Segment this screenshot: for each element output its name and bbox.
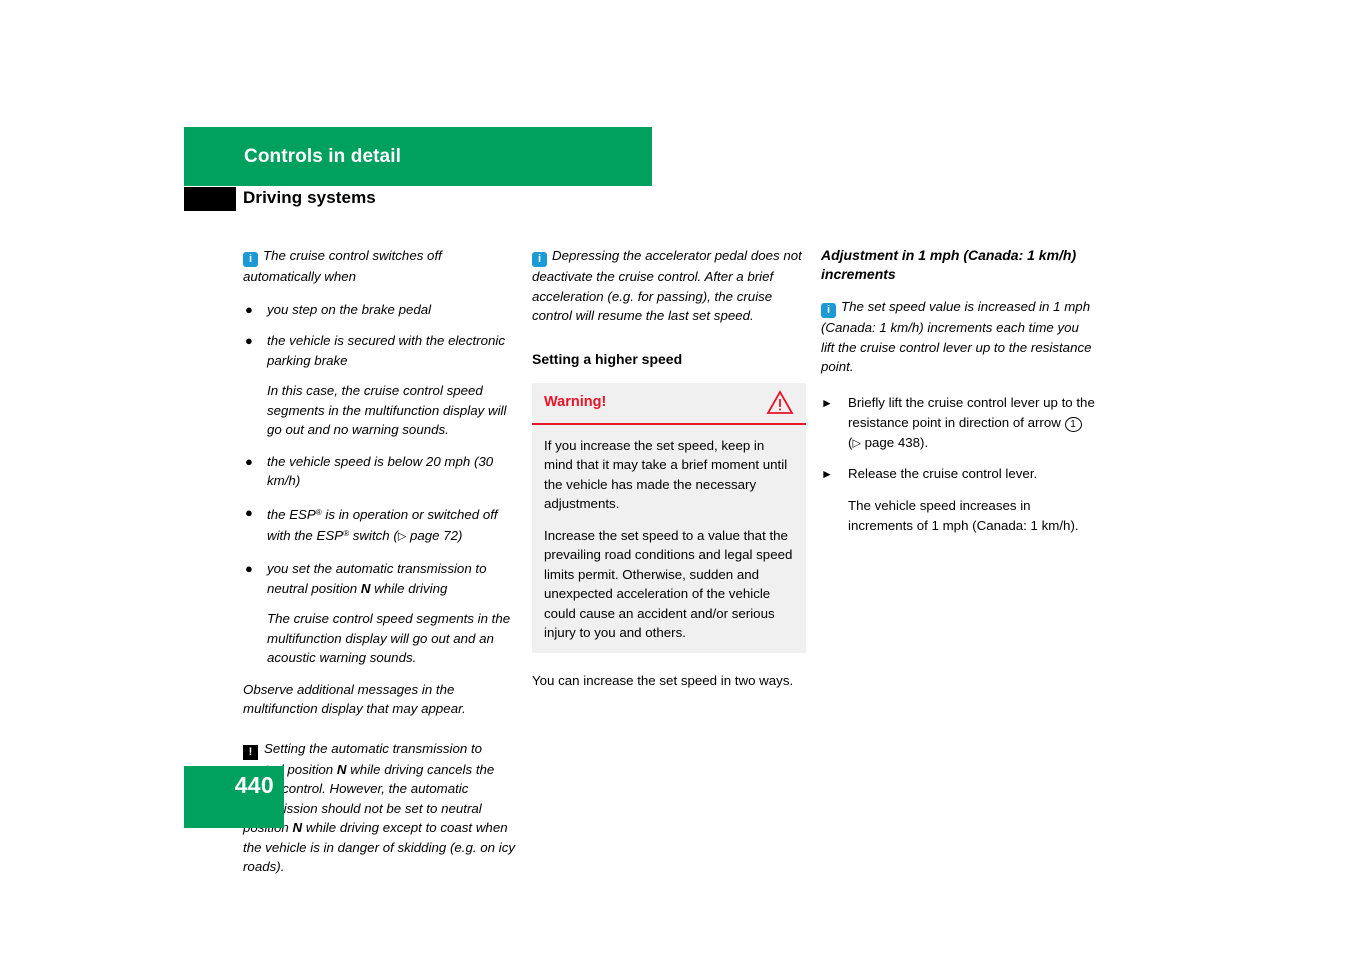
info-icon: i: [821, 303, 836, 318]
list-item-label: the vehicle speed is below 20 mph (30 km…: [267, 453, 494, 489]
list-item-label: you set the automatic transmission to ne…: [267, 561, 487, 596]
warning-box: Warning! If you increase the set speed, …: [532, 382, 806, 653]
list-item: ● the ESP® is in operation or switched o…: [243, 503, 517, 548]
callout-number-icon: 1: [1064, 416, 1082, 432]
page-reference-link[interactable]: page 438).: [861, 435, 929, 450]
list-item: ● the vehicle is secured with the electr…: [243, 331, 517, 370]
subsection-heading: Adjustment in 1 mph (Canada: 1 km/h) inc…: [821, 247, 1077, 282]
bullet-dot-icon: ●: [245, 333, 253, 348]
gear-position-label: N: [336, 761, 347, 777]
list-item-label: Release the cruise control lever.: [848, 466, 1038, 481]
content-column-3: Adjustment in 1 mph (Canada: 1 km/h) inc…: [821, 246, 1095, 547]
list-item-label: you step on the brake pedal: [267, 301, 432, 317]
page-number: 440: [234, 772, 274, 798]
section-title: Driving systems: [243, 188, 376, 207]
list-item: ► Briefly lift the cruise control lever …: [821, 393, 1095, 454]
page-ref-triangle-icon: ▷: [397, 530, 407, 543]
info-icon: i: [532, 252, 547, 267]
subsection-heading: Setting a higher speed: [532, 350, 683, 367]
triangle-bullet-icon: ►: [821, 467, 833, 481]
warning-box-body: If you increase the set speed, keep in m…: [532, 425, 806, 653]
warning-paragraph: Increase the set speed to a value that t…: [544, 527, 793, 641]
info-note-text: Depressing the accelerator pedal does no…: [532, 248, 802, 323]
list-item: ● you step on the brake pedal: [243, 300, 517, 320]
switch-off-conditions-list: ● you step on the brake pedal ● the vehi…: [243, 300, 517, 668]
info-note-paragraph: i The cruise control switches off automat…: [243, 246, 517, 287]
warning-box-header: Warning!: [532, 383, 806, 425]
header-banner: Controls in detail: [184, 127, 652, 186]
info-note-paragraph: i Depressing the accelerator pedal does n…: [532, 246, 806, 326]
list-item-label: the vehicle is secured with the electron…: [267, 333, 505, 368]
warning-paragraph: If you increase the set speed, keep in m…: [544, 437, 788, 512]
bullet-dot-icon: ●: [245, 504, 253, 520]
page-reference-link[interactable]: page 72): [406, 528, 463, 543]
gear-position-label: N: [292, 820, 303, 835]
exclamation-icon: !: [243, 744, 258, 760]
list-item-label: Briefly lift the cruise control lever up…: [848, 394, 1095, 450]
content-column-1: i The cruise control switches off automat…: [243, 246, 517, 890]
list-item-label: the ESP® is in operation or switched off…: [267, 506, 498, 544]
list-item-note: The vehicle speed increases in increment…: [848, 498, 1079, 533]
caution-note-paragraph: ! Setting the automatic transmission to n…: [243, 740, 516, 874]
bullet-dot-icon: ●: [245, 301, 253, 317]
warning-triangle-icon: [766, 389, 794, 414]
triangle-bullet-icon: ►: [821, 395, 833, 410]
page-number-box: 440: [184, 766, 284, 828]
info-note-paragraph: i The set speed value is increased in 1 m…: [821, 297, 1095, 377]
list-item-note: The cruise control speed segments in the…: [267, 611, 511, 665]
warning-title: Warning!: [544, 393, 607, 410]
list-item-note: In this case, the cruise control speed s…: [267, 383, 507, 437]
section-tab-marker: [184, 187, 236, 211]
list-item: ● the vehicle speed is below 20 mph (30 …: [243, 452, 517, 491]
gear-position-label: N: [360, 580, 371, 596]
closing-paragraph: You can increase the set speed in two wa…: [532, 672, 794, 688]
list-item: ● you set the automatic transmission to …: [243, 559, 517, 598]
procedure-step-list: ► Briefly lift the cruise control lever …: [821, 393, 1095, 537]
info-note-text: The cruise control switches off automati…: [243, 248, 442, 284]
closing-paragraph: Observe additional messages in the multi…: [243, 681, 466, 717]
list-item: ► Release the cruise control lever.: [821, 464, 1095, 484]
page-title: Controls in detail: [244, 145, 401, 167]
bullet-dot-icon: ●: [245, 453, 253, 469]
content-column-2: i Depressing the accelerator pedal does n…: [532, 246, 806, 703]
info-note-text: The set speed value is increased in 1 mp…: [821, 299, 1092, 374]
bullet-dot-icon: ●: [245, 561, 253, 576]
info-icon: i: [243, 252, 258, 267]
page-ref-triangle-icon: ▷: [852, 437, 861, 449]
